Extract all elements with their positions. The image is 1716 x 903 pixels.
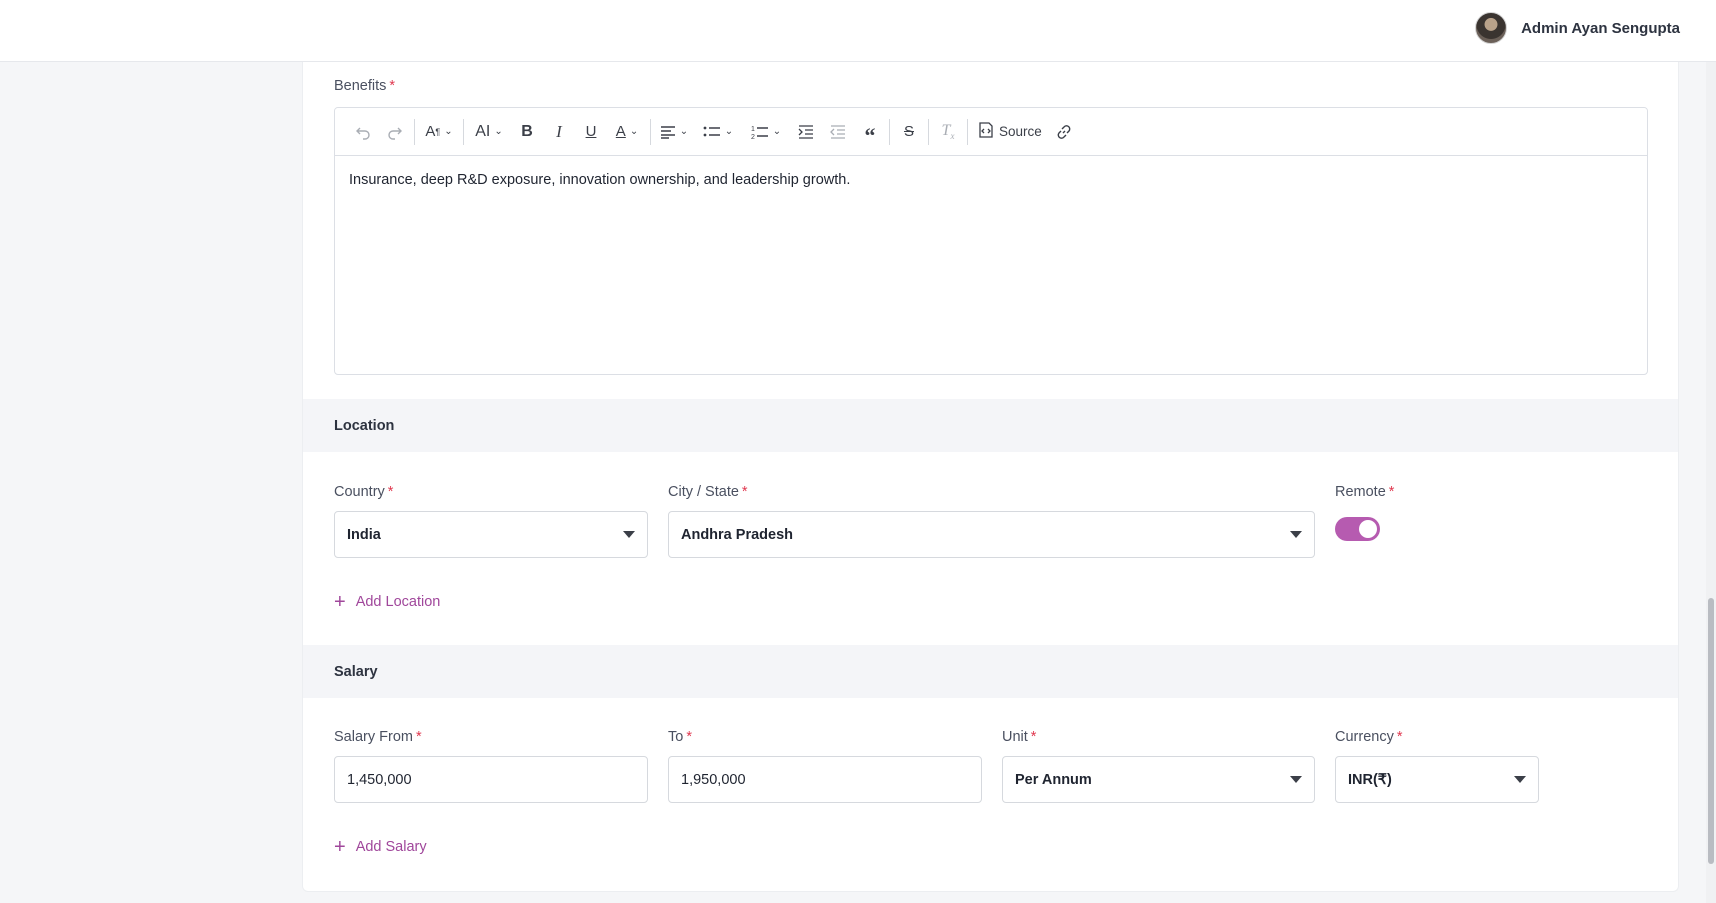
salary-from-label: Salary From * xyxy=(334,729,422,745)
salary-to-label: To * xyxy=(668,729,692,745)
source-button[interactable]: Source xyxy=(971,116,1048,148)
plus-icon: + xyxy=(334,591,346,613)
city-state-select[interactable]: Andhra Pradesh xyxy=(668,511,1315,558)
add-location-button[interactable]: + Add Location xyxy=(334,592,440,612)
unit-select[interactable]: Per Annum xyxy=(1002,756,1315,803)
underline-icon[interactable]: U xyxy=(575,116,607,148)
remove-format-icon[interactable]: Tx xyxy=(932,116,964,148)
toggle-knob xyxy=(1359,520,1377,538)
user-menu[interactable]: Admin Ayan Sengupta xyxy=(1475,12,1680,44)
strikethrough-icon[interactable]: S xyxy=(893,116,925,148)
bulleted-list-icon[interactable]: ⌄ xyxy=(694,116,742,148)
indent-icon[interactable] xyxy=(790,116,822,148)
page-scrollbar[interactable] xyxy=(1706,62,1716,903)
city-state-label: City / State * xyxy=(668,484,748,500)
dropdown-caret-icon xyxy=(1290,776,1302,783)
undo-icon[interactable] xyxy=(347,116,379,148)
add-salary-button[interactable]: + Add Salary xyxy=(334,837,427,857)
unit-label: Unit * xyxy=(1002,729,1037,745)
top-bar: Admin Ayan Sengupta xyxy=(0,0,1716,62)
block-quote-icon[interactable]: “ xyxy=(854,116,886,148)
svg-text:2: 2 xyxy=(751,134,755,140)
plus-icon: + xyxy=(334,836,346,858)
numbered-list-icon[interactable]: 1 2 ⌄ xyxy=(742,116,790,148)
link-icon[interactable] xyxy=(1048,116,1080,148)
source-label: Source xyxy=(999,124,1042,139)
font-color-icon[interactable]: A ⌄ xyxy=(607,116,647,148)
location-title: Location xyxy=(334,417,395,434)
svg-text:1: 1 xyxy=(751,126,755,133)
toolbar-separator xyxy=(414,118,415,145)
scrollbar-thumb[interactable] xyxy=(1708,598,1714,864)
remote-toggle[interactable] xyxy=(1335,517,1380,541)
italic-icon[interactable]: I xyxy=(543,116,575,148)
dropdown-caret-icon xyxy=(623,531,635,538)
currency-label: Currency * xyxy=(1335,729,1403,745)
align-icon[interactable]: ⌄ xyxy=(654,116,694,148)
dropdown-caret-icon xyxy=(1290,531,1302,538)
bold-icon[interactable]: B xyxy=(511,116,543,148)
redo-icon[interactable] xyxy=(379,116,411,148)
toolbar-separator xyxy=(889,118,890,145)
salary-section-header: Salary xyxy=(303,645,1678,698)
benefits-label: Benefits * xyxy=(334,78,396,94)
toolbar-separator xyxy=(650,118,651,145)
salary-to-input[interactable]: 1,950,000 xyxy=(668,756,982,803)
country-label: Country * xyxy=(334,484,394,500)
font-family-icon[interactable]: A ¶ ⌄ xyxy=(418,116,460,148)
country-select[interactable]: India xyxy=(334,511,648,558)
salary-title: Salary xyxy=(334,663,378,680)
dropdown-caret-icon xyxy=(1514,776,1526,783)
editor-toolbar: A ¶ ⌄ AI ⌄ B I U A ⌄ ⌄ ⌄ 1 2 ⌄ “ S Tx So… xyxy=(335,108,1647,156)
outdent-icon[interactable] xyxy=(822,116,854,148)
salary-from-input[interactable]: 1,450,000 xyxy=(334,756,648,803)
font-size-icon[interactable]: AI ⌄ xyxy=(467,116,511,148)
benefits-editor: A ¶ ⌄ AI ⌄ B I U A ⌄ ⌄ ⌄ 1 2 ⌄ “ S Tx So… xyxy=(334,107,1648,375)
toolbar-separator xyxy=(967,118,968,145)
user-name: Admin Ayan Sengupta xyxy=(1521,19,1680,37)
benefits-content[interactable]: Insurance, deep R&D exposure, innovation… xyxy=(335,156,1647,204)
remote-label: Remote * xyxy=(1335,484,1395,500)
location-section-header: Location xyxy=(303,399,1678,452)
avatar[interactable] xyxy=(1475,12,1508,44)
toolbar-separator xyxy=(463,118,464,145)
source-icon xyxy=(977,122,995,141)
toolbar-separator xyxy=(928,118,929,145)
currency-select[interactable]: INR(₹) xyxy=(1335,756,1539,803)
job-form-card: Benefits * A ¶ ⌄ AI ⌄ B I U A ⌄ ⌄ ⌄ 1 2 … xyxy=(302,62,1679,892)
